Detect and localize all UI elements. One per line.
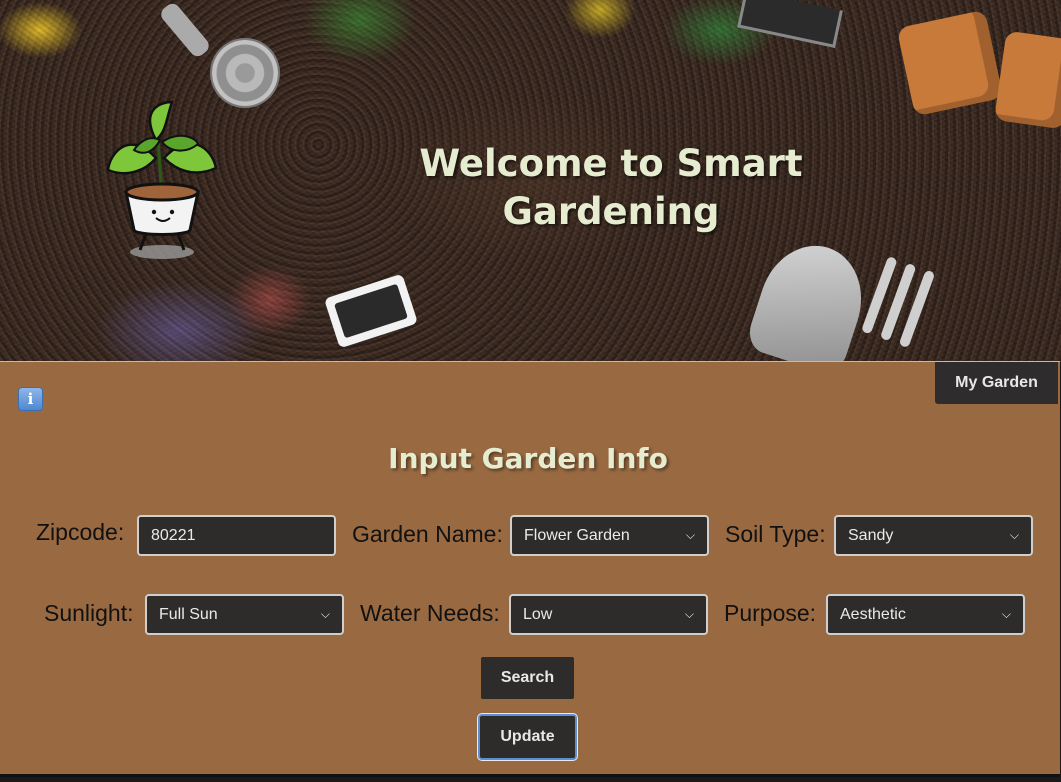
soil-type-label: Soil Type: xyxy=(725,521,826,547)
zipcode-input[interactable]: 80221 xyxy=(137,515,336,556)
sunlight-label: Sunlight: xyxy=(44,600,134,626)
chevron-down-icon: ⌵ xyxy=(1001,607,1011,621)
sunlight-select[interactable]: Full Sun ⌵ xyxy=(145,594,344,635)
soil-type-select[interactable]: Sandy ⌵ xyxy=(834,515,1033,556)
chevron-down-icon: ⌵ xyxy=(320,607,330,621)
chevron-down-icon: ⌵ xyxy=(684,607,694,621)
purpose-label: Purpose: xyxy=(724,600,817,626)
purpose-select[interactable]: Aesthetic ⌵ xyxy=(826,594,1025,635)
info-icon[interactable]: i xyxy=(18,387,43,411)
water-needs-label: Water Needs: xyxy=(360,600,500,626)
my-garden-button[interactable]: My Garden xyxy=(935,362,1058,404)
chevron-down-icon: ⌵ xyxy=(1009,528,1019,542)
search-button[interactable]: Search xyxy=(481,657,574,699)
clay-pot xyxy=(896,9,1004,117)
hero-banner: Welcome to Smart Gardening xyxy=(0,0,1061,362)
watering-can-rose xyxy=(212,40,278,106)
garden-info-panel: i My Garden Input Garden Info Zipcode: 8… xyxy=(0,361,1060,777)
plant-mascot-logo xyxy=(106,100,218,259)
zipcode-value: 80221 xyxy=(151,526,196,544)
update-button[interactable]: Update xyxy=(478,714,577,760)
hero-title: Welcome to Smart Gardening xyxy=(419,142,803,233)
garden-name-select[interactable]: Flower Garden ⌵ xyxy=(510,515,709,556)
form-title: Input Garden Info xyxy=(388,442,668,475)
sunlight-value: Full Sun xyxy=(159,605,218,623)
water-needs-value: Low xyxy=(523,605,553,623)
water-needs-select[interactable]: Low ⌵ xyxy=(509,594,708,635)
clay-pot xyxy=(994,30,1061,130)
chevron-down-icon: ⌵ xyxy=(685,528,695,542)
garden-name-label: Garden Name: xyxy=(352,521,503,547)
soil-type-value: Sandy xyxy=(848,526,894,544)
garden-name-value: Flower Garden xyxy=(524,526,630,544)
purpose-value: Aesthetic xyxy=(840,605,906,623)
zipcode-label: Zipcode: xyxy=(36,519,125,545)
